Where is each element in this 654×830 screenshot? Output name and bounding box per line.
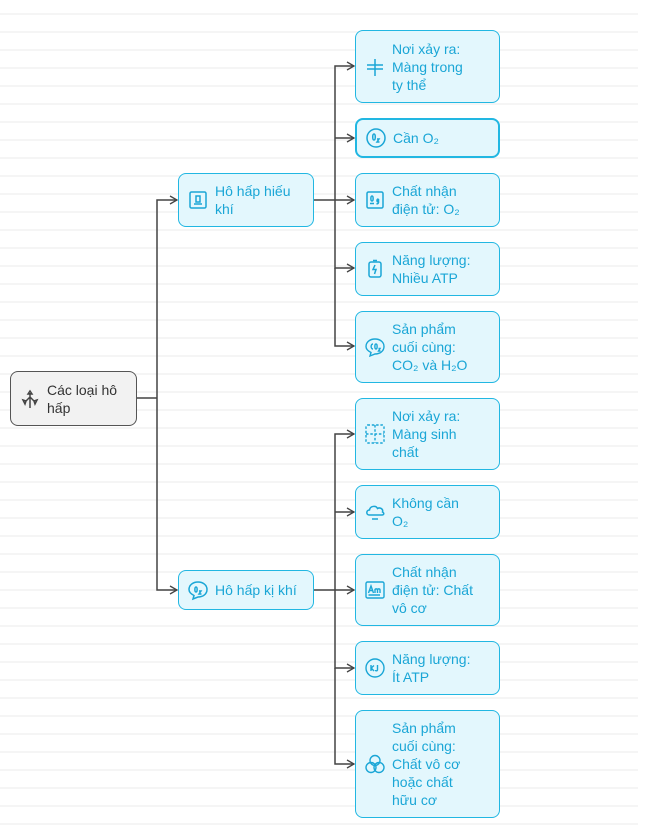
anaerobic-location-label: Nơi xảy ra: Màng sinh chất xyxy=(392,408,461,460)
connector-aerobic-5 xyxy=(334,268,356,351)
scale-icon xyxy=(187,189,209,211)
branch-anaerobic-label: Hô hấp kị khí xyxy=(215,582,297,598)
branch-anaerobic[interactable]: Hô hấp kị khí xyxy=(178,570,314,610)
aerobic-oxygen-node[interactable]: Cần O₂ xyxy=(355,118,500,158)
anaerobic-energy-label: Năng lượng: Ít ATP xyxy=(392,651,471,685)
molecule-cluster-icon xyxy=(364,753,386,775)
aerobic-energy-label: Năng lượng: Nhiều ATP xyxy=(392,252,471,286)
aerobic-product-node[interactable]: Sản phẩm cuối cùng: CO₂ và H₂O xyxy=(355,311,500,383)
am-box-icon xyxy=(364,579,386,601)
anaerobic-oxygen-node[interactable]: Không cần O₂ xyxy=(355,485,500,539)
membrane-icon xyxy=(364,56,386,78)
root-node[interactable]: Các loại hô hấp xyxy=(10,371,137,426)
root-label: Các loại hô hấp xyxy=(47,381,118,416)
branch-split-icon xyxy=(19,388,41,410)
anaerobic-location-node[interactable]: Nơi xảy ra: Màng sinh chất xyxy=(355,398,500,470)
anaerobic-acceptor-label: Chất nhận điện tử: Chất vô cơ xyxy=(392,564,473,616)
connector-anaerobic-5 xyxy=(334,668,356,769)
element-box-icon xyxy=(364,189,386,211)
connector-anaerobic-4 xyxy=(334,590,356,673)
anaerobic-product-node[interactable]: Sản phẩm cuối cùng: Chất vô cơ hoặc chất… xyxy=(355,710,500,818)
kj-circle-icon xyxy=(364,657,386,679)
dashed-grid-icon xyxy=(364,423,386,445)
oxygen-bubble-icon xyxy=(187,579,209,601)
branch-aerobic[interactable]: Hô hấp hiếu khí xyxy=(178,173,314,227)
aerobic-acceptor-label: Chất nhận điện tử: O₂ xyxy=(392,183,460,217)
aerobic-product-label: Sản phẩm cuối cùng: CO₂ và H₂O xyxy=(392,321,468,373)
anaerobic-energy-node[interactable]: Năng lượng: Ít ATP xyxy=(355,641,500,695)
branch-aerobic-label: Hô hấp hiếu khí xyxy=(215,183,291,217)
aerobic-location-label: Nơi xảy ra: Màng trong ty thể xyxy=(392,40,463,93)
connector-root-to-aerobic xyxy=(156,195,179,398)
aerobic-location-node[interactable]: Nơi xảy ra: Màng trong ty thể xyxy=(355,30,500,103)
anaerobic-product-label: Sản phẩm cuối cùng: Chất vô cơ hoặc chất… xyxy=(392,720,461,808)
anaerobic-oxygen-label: Không cần O₂ xyxy=(392,495,459,529)
co2-bubble-icon xyxy=(364,336,386,358)
battery-cycle-icon xyxy=(364,258,386,280)
anaerobic-acceptor-node[interactable]: Chất nhận điện tử: Chất vô cơ xyxy=(355,554,500,626)
aerobic-acceptor-node[interactable]: Chất nhận điện tử: O₂ xyxy=(355,173,500,227)
connector-aerobic-4 xyxy=(334,200,356,273)
connector-root-to-anaerobic xyxy=(156,398,179,595)
oxygen-circle-icon xyxy=(365,127,387,149)
cloud-icon xyxy=(364,501,386,523)
aerobic-oxygen-label: Cần O₂ xyxy=(393,130,439,146)
connector-aerobic-1 xyxy=(334,61,356,200)
aerobic-energy-node[interactable]: Năng lượng: Nhiều ATP xyxy=(355,242,500,296)
